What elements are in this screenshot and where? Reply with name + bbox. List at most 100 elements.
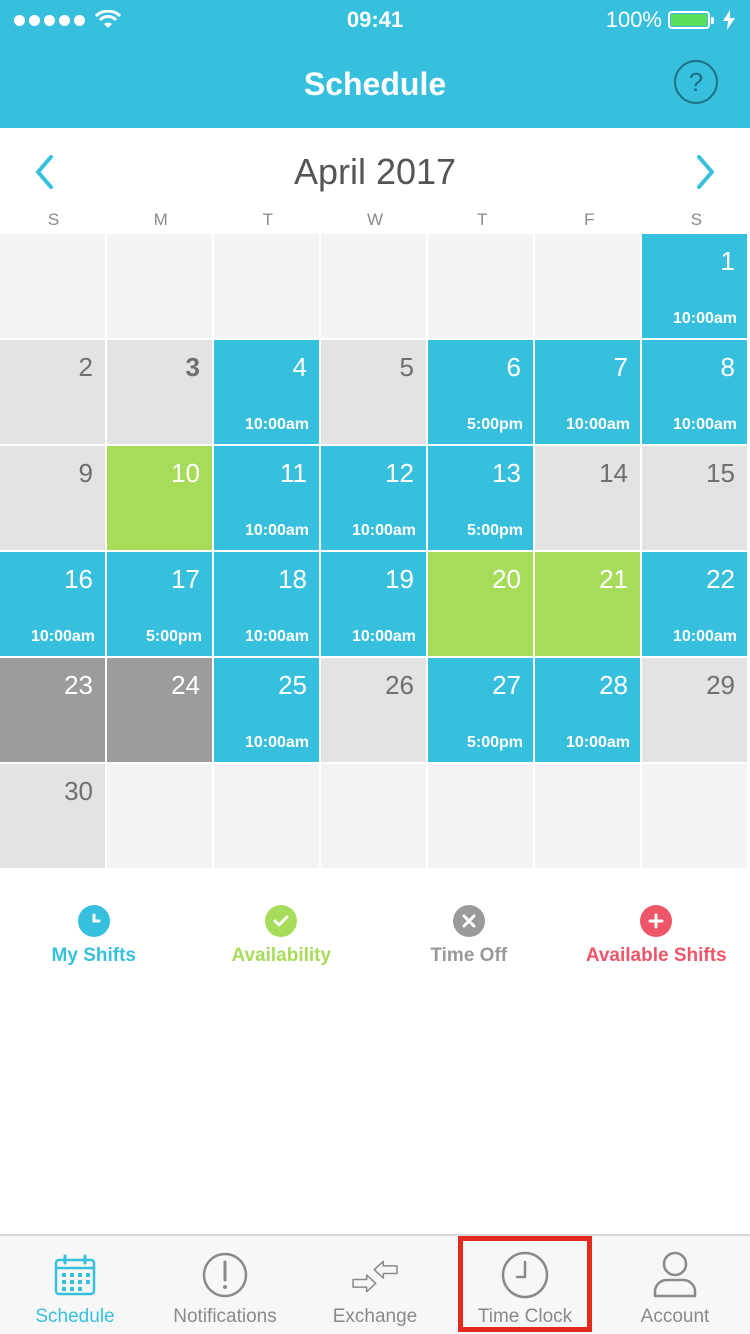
user-icon bbox=[650, 1250, 700, 1300]
alert-icon bbox=[200, 1250, 250, 1300]
calendar-day-30[interactable]: 30 bbox=[0, 764, 105, 868]
day-number: 19 bbox=[385, 564, 414, 594]
legend-available-shifts[interactable]: Available Shifts bbox=[563, 905, 750, 967]
shift-time: 10:00am bbox=[672, 310, 737, 327]
calendar-day-14[interactable]: 14 bbox=[535, 446, 640, 550]
day-number: 30 bbox=[64, 776, 93, 806]
legend-label: Available Shifts bbox=[585, 945, 727, 966]
calendar-day-22[interactable]: 22 10:00am bbox=[642, 552, 747, 656]
calendar-day-8[interactable]: 8 10:00am bbox=[642, 340, 747, 444]
help-button[interactable]: ? bbox=[674, 60, 718, 104]
shift-time: 5:00pm bbox=[466, 522, 523, 539]
calendar-empty-cell bbox=[535, 234, 640, 338]
battery-percent: 100% bbox=[605, 7, 662, 32]
calendar-day-18[interactable]: 18 10:00am bbox=[214, 552, 319, 656]
shift-time: 10:00am bbox=[244, 522, 309, 539]
day-number: 3 bbox=[185, 352, 200, 382]
weekday-label: T bbox=[476, 210, 488, 229]
calendar-empty-cell bbox=[0, 234, 105, 338]
nav-bar: Schedule ? bbox=[0, 40, 750, 128]
legend-my-shifts[interactable]: My Shifts bbox=[0, 905, 188, 967]
calendar-day-29[interactable]: 29 bbox=[642, 658, 747, 762]
calendar-day-1[interactable]: 1 10:00am bbox=[642, 234, 747, 338]
calendar-day-10[interactable]: 10 bbox=[107, 446, 212, 550]
legend-availability[interactable]: Availability bbox=[188, 905, 376, 967]
day-number: 1 bbox=[720, 246, 735, 276]
day-number: 4 bbox=[292, 352, 307, 382]
day-number: 23 bbox=[64, 670, 93, 700]
calendar-grid: 1 10:00am 2 3 4 10:00am 5 6 5:00pm 7 10:00am 8 10:00… bbox=[0, 234, 750, 868]
calendar-day-15[interactable]: 15 bbox=[642, 446, 747, 550]
day-number: 10 bbox=[171, 458, 200, 488]
legend-label: Availability bbox=[231, 945, 332, 966]
day-number: 12 bbox=[385, 458, 414, 488]
tab-bar: Schedule Notifications Exchange Time Clo… bbox=[0, 1234, 750, 1334]
check-icon bbox=[265, 905, 298, 937]
calendar-icon bbox=[50, 1250, 100, 1300]
calendar-day-25[interactable]: 25 10:00am bbox=[214, 658, 319, 762]
tab-account[interactable]: Account bbox=[600, 1236, 750, 1334]
calendar-day-9[interactable]: 9 bbox=[0, 446, 105, 550]
day-number: 5 bbox=[399, 352, 414, 382]
calendar-day-5[interactable]: 5 bbox=[321, 340, 426, 444]
tab-notifications[interactable]: Notifications bbox=[150, 1236, 300, 1334]
shift-time: 10:00am bbox=[672, 416, 737, 433]
calendar-day-26[interactable]: 26 bbox=[321, 658, 426, 762]
chevron-right-icon bbox=[697, 155, 714, 189]
weekday-label: W bbox=[366, 210, 384, 229]
tab-label: Schedule bbox=[35, 1306, 115, 1327]
day-number: 21 bbox=[599, 564, 628, 594]
shift-time: 5:00pm bbox=[466, 734, 523, 751]
tab-exchange[interactable]: Exchange bbox=[300, 1236, 450, 1334]
calendar-day-23[interactable]: 23 bbox=[0, 658, 105, 762]
legend-time-off[interactable]: Time Off bbox=[375, 905, 563, 967]
day-number: 18 bbox=[278, 564, 307, 594]
calendar-day-7[interactable]: 7 10:00am bbox=[535, 340, 640, 444]
day-number: 20 bbox=[492, 564, 521, 594]
day-number: 14 bbox=[599, 458, 628, 488]
prev-month-button[interactable] bbox=[24, 150, 64, 194]
calendar-day-3[interactable]: 3 bbox=[107, 340, 212, 444]
legend: My Shifts Availability Time Off Availabl… bbox=[0, 896, 750, 976]
tab-schedule[interactable]: Schedule bbox=[0, 1236, 150, 1334]
shift-time: 10:00am bbox=[565, 416, 630, 433]
day-number: 16 bbox=[64, 564, 93, 594]
calendar-day-2[interactable]: 2 bbox=[0, 340, 105, 444]
calendar-day-19[interactable]: 19 10:00am bbox=[321, 552, 426, 656]
shift-time: 10:00am bbox=[565, 734, 630, 751]
calendar-empty-cell bbox=[107, 764, 212, 868]
status-bar: 09:41 100% bbox=[0, 0, 750, 40]
calendar-day-16[interactable]: 16 10:00am bbox=[0, 552, 105, 656]
day-number: 11 bbox=[280, 458, 307, 488]
month-header: April 2017 bbox=[0, 128, 750, 216]
x-icon bbox=[452, 905, 485, 937]
tab-label: Account bbox=[640, 1306, 710, 1327]
day-number: 28 bbox=[599, 670, 628, 700]
status-right: 100% bbox=[606, 7, 736, 33]
legend-label: My Shifts bbox=[51, 945, 136, 966]
calendar-day-12[interactable]: 12 10:00am bbox=[321, 446, 426, 550]
shift-time: 10:00am bbox=[244, 628, 309, 645]
calendar-day-4[interactable]: 4 10:00am bbox=[214, 340, 319, 444]
calendar-day-28[interactable]: 28 10:00am bbox=[535, 658, 640, 762]
calendar-day-24[interactable]: 24 bbox=[107, 658, 212, 762]
legend-label: Time Off bbox=[430, 945, 508, 966]
tab-label: Notifications bbox=[173, 1306, 277, 1327]
calendar-day-20[interactable]: 20 bbox=[428, 552, 533, 656]
calendar-day-21[interactable]: 21 bbox=[535, 552, 640, 656]
next-month-button[interactable] bbox=[686, 150, 726, 194]
day-number: 22 bbox=[706, 564, 735, 594]
calendar-day-27[interactable]: 27 5:00pm bbox=[428, 658, 533, 762]
calendar-empty-cell bbox=[321, 764, 426, 868]
calendar-day-11[interactable]: 11 10:00am bbox=[214, 446, 319, 550]
day-number: 25 bbox=[278, 670, 307, 700]
calendar-day-17[interactable]: 17 5:00pm bbox=[107, 552, 212, 656]
day-number: 26 bbox=[385, 670, 414, 700]
signal-icon bbox=[14, 14, 85, 26]
day-number: 24 bbox=[171, 670, 200, 700]
shift-time: 10:00am bbox=[244, 416, 309, 433]
shift-time: 10:00am bbox=[30, 628, 95, 645]
calendar-day-6[interactable]: 6 5:00pm bbox=[428, 340, 533, 444]
calendar-day-13[interactable]: 13 5:00pm bbox=[428, 446, 533, 550]
tab-time-clock[interactable]: Time Clock bbox=[450, 1236, 600, 1334]
